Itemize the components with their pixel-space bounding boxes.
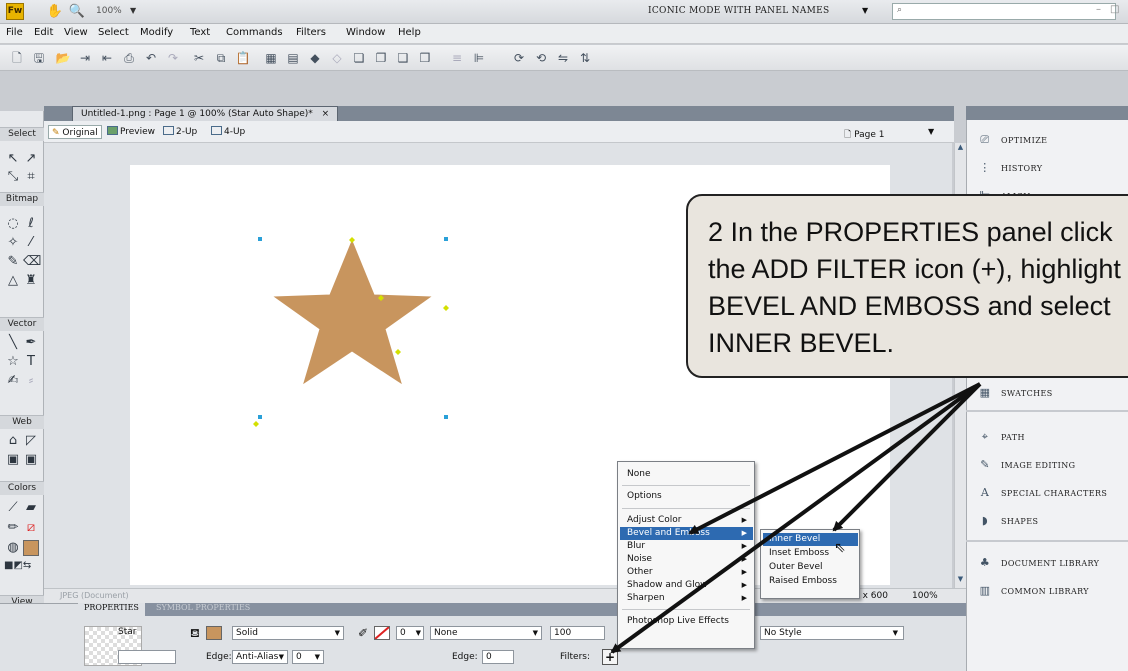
arrow-to-add-filter bbox=[610, 382, 982, 654]
arrow-to-bevel-menu bbox=[688, 382, 981, 535]
arrow-to-inner-bevel bbox=[832, 382, 982, 532]
callout-arrows bbox=[610, 382, 982, 654]
